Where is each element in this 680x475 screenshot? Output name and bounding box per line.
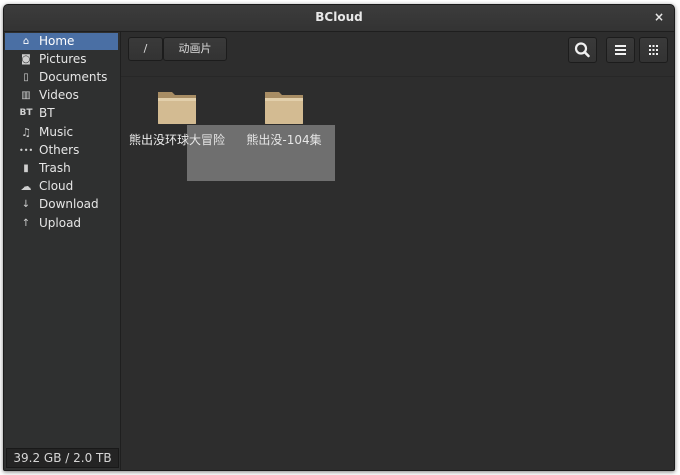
sidebar-item-label: BT xyxy=(39,106,55,120)
close-button[interactable]: × xyxy=(652,10,666,24)
grid-view-button[interactable] xyxy=(639,37,668,63)
sidebar-item-label: Documents xyxy=(39,70,108,84)
folder-icon xyxy=(158,92,196,124)
cloud-icon: ☁ xyxy=(20,180,32,193)
download-icon: ↓ xyxy=(21,199,31,210)
sidebar-item-trash[interactable]: ▮ Trash xyxy=(5,160,118,177)
sidebar-item-label: Download xyxy=(39,197,99,211)
sidebar-item-home[interactable]: ⌂ Home xyxy=(5,33,118,50)
sidebar-item-label: Music xyxy=(39,125,74,139)
sidebar-item-label: Home xyxy=(39,34,75,48)
sidebar-item-pictures[interactable]: ◙ Pictures xyxy=(5,51,118,68)
search-button[interactable] xyxy=(568,37,597,63)
file-grid: 熊出没环球大冒险 熊出没-104集 xyxy=(121,77,674,470)
sidebar-item-videos[interactable]: ▥ Videos xyxy=(5,87,118,104)
music-icon: ♫ xyxy=(21,126,31,139)
folder-name: 熊出没-104集 xyxy=(246,133,322,147)
folder-icon xyxy=(265,92,303,124)
folder-item[interactable]: 熊出没环球大冒险 xyxy=(124,87,230,148)
list-view-icon xyxy=(615,45,626,55)
app-window: BCloud × ⌂ Home ◙ Pictures ▯ Documents ▥… xyxy=(3,4,675,471)
grid-view-icon xyxy=(649,45,658,55)
film-icon: ▥ xyxy=(21,90,31,101)
search-icon xyxy=(574,42,590,58)
sidebar-item-label: Upload xyxy=(39,216,82,230)
sidebar-item-music[interactable]: ♫ Music xyxy=(5,124,118,141)
sidebar-item-upload[interactable]: ↑ Upload xyxy=(5,215,118,232)
title-bar[interactable]: BCloud × xyxy=(4,5,674,32)
bt-icon: BT xyxy=(19,108,33,118)
sidebar-item-others[interactable]: ••• Others xyxy=(5,142,118,159)
sidebar-item-cloud[interactable]: ☁ Cloud xyxy=(5,178,118,195)
sidebar-item-label: Pictures xyxy=(39,52,87,66)
window-title: BCloud xyxy=(315,10,363,24)
list-view-button[interactable] xyxy=(606,37,635,63)
sidebar-item-label: Trash xyxy=(39,161,71,175)
sidebar-item-download[interactable]: ↓ Download xyxy=(5,196,118,213)
more-icon: ••• xyxy=(19,146,34,155)
sidebar-item-documents[interactable]: ▯ Documents xyxy=(5,69,118,86)
folder-name: 熊出没环球大冒险 xyxy=(128,133,225,147)
sidebar-item-label: Videos xyxy=(39,88,79,102)
sidebar-item-label: Others xyxy=(39,143,80,157)
home-icon: ⌂ xyxy=(22,36,30,47)
camera-icon: ◙ xyxy=(21,54,31,65)
sidebar: ⌂ Home ◙ Pictures ▯ Documents ▥ Videos B… xyxy=(4,32,121,470)
breadcrumb-current-folder[interactable]: 动画片 xyxy=(163,37,227,61)
toolbar: / 动画片 xyxy=(121,32,674,77)
upload-icon: ↑ xyxy=(21,218,31,229)
breadcrumb-root[interactable]: / xyxy=(128,37,163,61)
trash-icon: ▮ xyxy=(23,163,29,174)
storage-usage: 39.2 GB / 2.0 TB xyxy=(6,448,119,468)
document-icon: ▯ xyxy=(23,72,29,83)
sidebar-item-label: Cloud xyxy=(39,179,74,193)
folder-item[interactable]: 熊出没-104集 xyxy=(231,87,337,148)
sidebar-item-bt[interactable]: BT BT xyxy=(5,105,118,122)
